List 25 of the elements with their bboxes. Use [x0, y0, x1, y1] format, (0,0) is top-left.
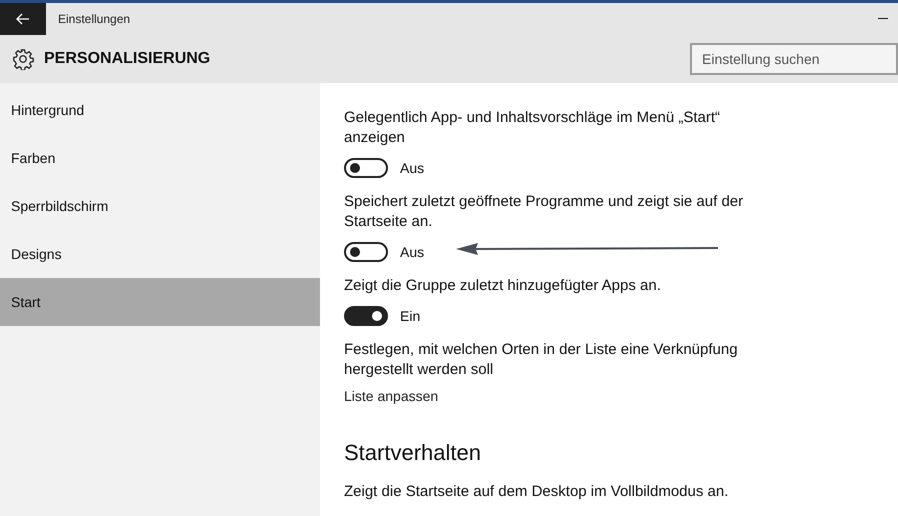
toggle-state-label: Aus — [400, 244, 424, 260]
toggle-switch[interactable] — [344, 242, 388, 262]
settings-icon — [12, 48, 34, 70]
setting-description: Festlegen, mit welchen Orten in der Liste eine Verknüpfung hergestellt werden soll — [344, 340, 739, 380]
setting-description: Zeigt die Gruppe zuletzt hinzugefügter Apps an. — [344, 276, 662, 296]
search-field[interactable]: Einstellung suchen — [690, 43, 898, 75]
sidebar-item[interactable]: Sperrbildschirm — [0, 182, 320, 230]
section-heading: Startverhalten — [344, 440, 482, 466]
setting-description: Zeigt die Startseite auf dem Desktop im Vollbildmodus an. — [344, 482, 730, 502]
toggle-switch[interactable] — [344, 158, 388, 178]
sidebar-item[interactable]: Designs — [0, 230, 320, 278]
toggle-state-label: Aus — [400, 160, 424, 176]
sidebar-item[interactable]: Farben — [0, 134, 320, 182]
sidebar-item[interactable]: Start — [0, 278, 320, 326]
page-title: PERSONALISIERUNG — [44, 50, 212, 68]
back-arrow-icon — [16, 13, 30, 25]
customize-list-link[interactable]: Liste anpassen — [344, 388, 898, 404]
setting-description: Speichert zuletzt geöffnete Programme und zeigt sie auf der Startseite an. — [344, 192, 744, 232]
toggle-state-label: Ein — [400, 308, 420, 324]
sidebar-item[interactable]: Hintergrund — [0, 86, 320, 134]
minimize-icon — [878, 18, 888, 20]
back-button[interactable] — [0, 3, 46, 35]
setting-description: Gelegentlich App- und Inhaltsvorschläge im Menü „Start“ anzeigen — [344, 108, 722, 148]
toggle-switch[interactable] — [344, 306, 388, 326]
window-title: Einstellungen — [58, 12, 132, 26]
